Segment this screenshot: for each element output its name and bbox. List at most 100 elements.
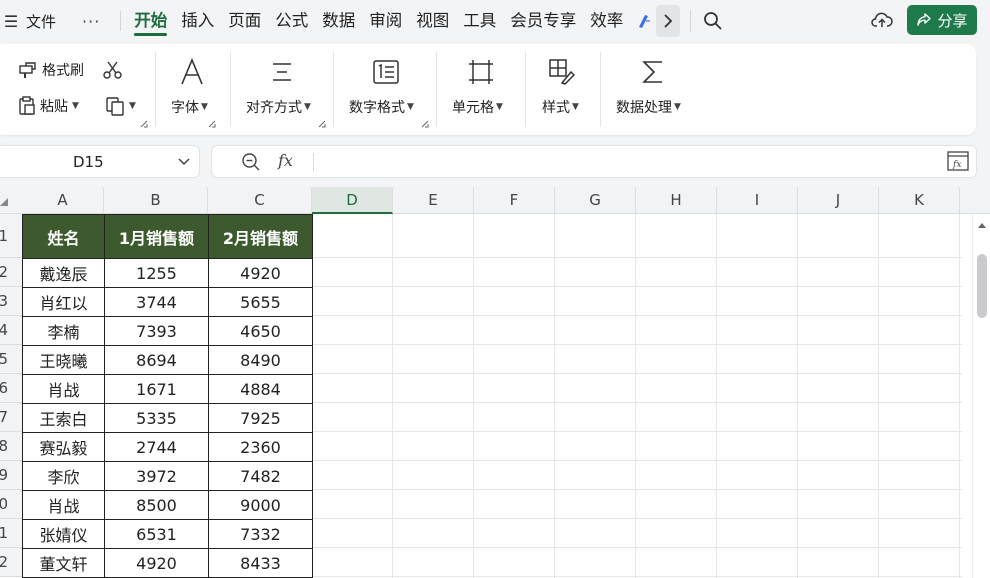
column-header-f[interactable]: F	[474, 187, 555, 214]
table-cell[interactable]: 4920	[104, 548, 209, 578]
table-cell[interactable]: 4884	[208, 374, 313, 404]
row-header-8[interactable]: 8	[0, 432, 22, 461]
chevron-down-icon[interactable]	[178, 155, 190, 167]
expand-formula-icon[interactable]: fx	[947, 151, 969, 171]
column-header-j[interactable]: J	[798, 187, 879, 214]
table-cell[interactable]: 肖红以	[22, 287, 105, 317]
column-header-g[interactable]: G	[555, 187, 636, 214]
table-header-cell[interactable]: 1月销售额	[104, 214, 209, 259]
table-cell[interactable]: 7393	[104, 316, 209, 346]
font-icon[interactable]	[178, 58, 206, 86]
scroll-up-icon[interactable]	[978, 223, 986, 228]
tab-home[interactable]: 开始	[127, 0, 174, 42]
align-button[interactable]: 对齐方式 ▼	[246, 97, 311, 117]
row-header-2[interactable]: 2	[0, 258, 22, 287]
dialog-launcher-icon[interactable]	[140, 120, 148, 128]
table-cell[interactable]: 戴逸辰	[22, 258, 105, 288]
zoom-icon[interactable]	[241, 152, 261, 172]
row-header-6[interactable]: 6	[0, 374, 22, 403]
tab-efficiency[interactable]: 效率	[583, 0, 630, 42]
more-menu[interactable]: ···	[82, 12, 100, 31]
table-cell[interactable]: 8694	[104, 345, 209, 375]
data-process-button[interactable]: 数据处理 ▼	[616, 97, 681, 117]
column-header-b[interactable]: B	[104, 187, 208, 214]
table-cell[interactable]: 8490	[208, 345, 313, 375]
dialog-launcher-icon[interactable]	[318, 120, 326, 128]
style-button[interactable]: 样式 ▼	[542, 97, 579, 117]
vertical-scrollbar[interactable]	[972, 214, 990, 578]
table-cell[interactable]: 王索白	[22, 403, 105, 433]
sigma-icon[interactable]	[639, 58, 667, 86]
table-cell[interactable]: 7332	[208, 519, 313, 549]
table-cell[interactable]: 8500	[104, 490, 209, 520]
table-cell[interactable]: 4920	[208, 258, 313, 288]
number-format-button[interactable]: 数字格式 ▼	[349, 97, 414, 117]
table-cell[interactable]: 赛弘毅	[22, 432, 105, 462]
table-cell[interactable]: 董文轩	[22, 548, 105, 578]
table-cell[interactable]: 3972	[104, 461, 209, 491]
name-box[interactable]: D15	[0, 145, 200, 178]
tab-member[interactable]: 会员专享	[503, 0, 583, 42]
table-cell[interactable]: 肖战	[22, 374, 105, 404]
table-cell[interactable]: 6531	[104, 519, 209, 549]
scrollbar-thumb[interactable]	[977, 254, 987, 318]
table-cell[interactable]: 7925	[208, 403, 313, 433]
row-header-3[interactable]: 3	[0, 287, 22, 316]
fx-button[interactable]: fx	[278, 151, 293, 170]
tab-insert[interactable]: 插入	[174, 0, 221, 42]
table-cell[interactable]: 2744	[104, 432, 209, 462]
format-painter-button[interactable]: 格式刷	[18, 60, 84, 80]
tab-view[interactable]: 视图	[409, 0, 456, 42]
share-button[interactable]: 分享	[907, 5, 977, 35]
table-cell[interactable]: 2360	[208, 432, 313, 462]
column-header-i[interactable]: I	[717, 187, 798, 214]
table-cell[interactable]: 1255	[104, 258, 209, 288]
tab-formula[interactable]: 公式	[268, 0, 315, 42]
dialog-launcher-icon[interactable]	[208, 120, 216, 128]
table-cell[interactable]: 5655	[208, 287, 313, 317]
paste-button[interactable]: 粘贴 ▼	[18, 96, 79, 116]
table-cell[interactable]: 4650	[208, 316, 313, 346]
table-cell[interactable]: 9000	[208, 490, 313, 520]
table-cell[interactable]: 5335	[104, 403, 209, 433]
table-cell[interactable]: 王晓曦	[22, 345, 105, 375]
cloud-upload-icon[interactable]	[869, 8, 895, 32]
tabs-scroll-right-button[interactable]	[656, 5, 681, 37]
table-cell[interactable]: 7482	[208, 461, 313, 491]
table-cell[interactable]: 8433	[208, 548, 313, 578]
tab-review[interactable]: 审阅	[362, 0, 409, 42]
cell-button[interactable]: 单元格 ▼	[452, 97, 503, 117]
cut-button[interactable]	[102, 60, 124, 80]
table-header-cell[interactable]: 2月销售额	[208, 214, 313, 259]
style-icon[interactable]	[548, 58, 576, 86]
row-header-7[interactable]: 7	[0, 403, 22, 432]
hamburger-icon[interactable]: ☰	[2, 12, 20, 31]
cell-area[interactable]: 姓名 1月销售额 2月销售额 戴逸辰 1255 4920 肖红以 3744 5655 李楠 7393…	[22, 214, 962, 578]
align-icon[interactable]	[270, 58, 294, 86]
tab-page[interactable]: 页面	[221, 0, 268, 42]
table-cell[interactable]: 肖战	[22, 490, 105, 520]
table-cell[interactable]: 3744	[104, 287, 209, 317]
row-header-12[interactable]: 12	[0, 548, 22, 577]
column-header-k[interactable]: K	[879, 187, 960, 214]
number-format-icon[interactable]	[372, 58, 400, 86]
table-cell[interactable]: 1671	[104, 374, 209, 404]
file-menu[interactable]: 文件	[26, 11, 56, 32]
row-header-11[interactable]: 11	[0, 519, 22, 548]
table-cell[interactable]: 李欣	[22, 461, 105, 491]
column-header-a[interactable]: A	[22, 187, 104, 214]
sales-table[interactable]: 姓名 1月销售额 2月销售额 戴逸辰 1255 4920 肖红以 3744 5655 李楠 7393…	[22, 214, 313, 578]
row-header-1[interactable]: 1	[0, 214, 22, 258]
tab-tools[interactable]: 工具	[456, 0, 503, 42]
table-cell[interactable]: 李楠	[22, 316, 105, 346]
column-header-d[interactable]: D	[312, 187, 393, 214]
table-header-cell[interactable]: 姓名	[22, 214, 105, 259]
row-header-5[interactable]: 5	[0, 345, 22, 374]
row-header-9[interactable]: 9	[0, 461, 22, 490]
column-header-h[interactable]: H	[636, 187, 717, 214]
font-button[interactable]: 字体 ▼	[171, 97, 208, 117]
tab-data[interactable]: 数据	[315, 0, 362, 42]
formula-bar[interactable]: fx fx	[211, 145, 977, 178]
column-header-e[interactable]: E	[393, 187, 474, 214]
dialog-launcher-icon[interactable]	[421, 120, 429, 128]
